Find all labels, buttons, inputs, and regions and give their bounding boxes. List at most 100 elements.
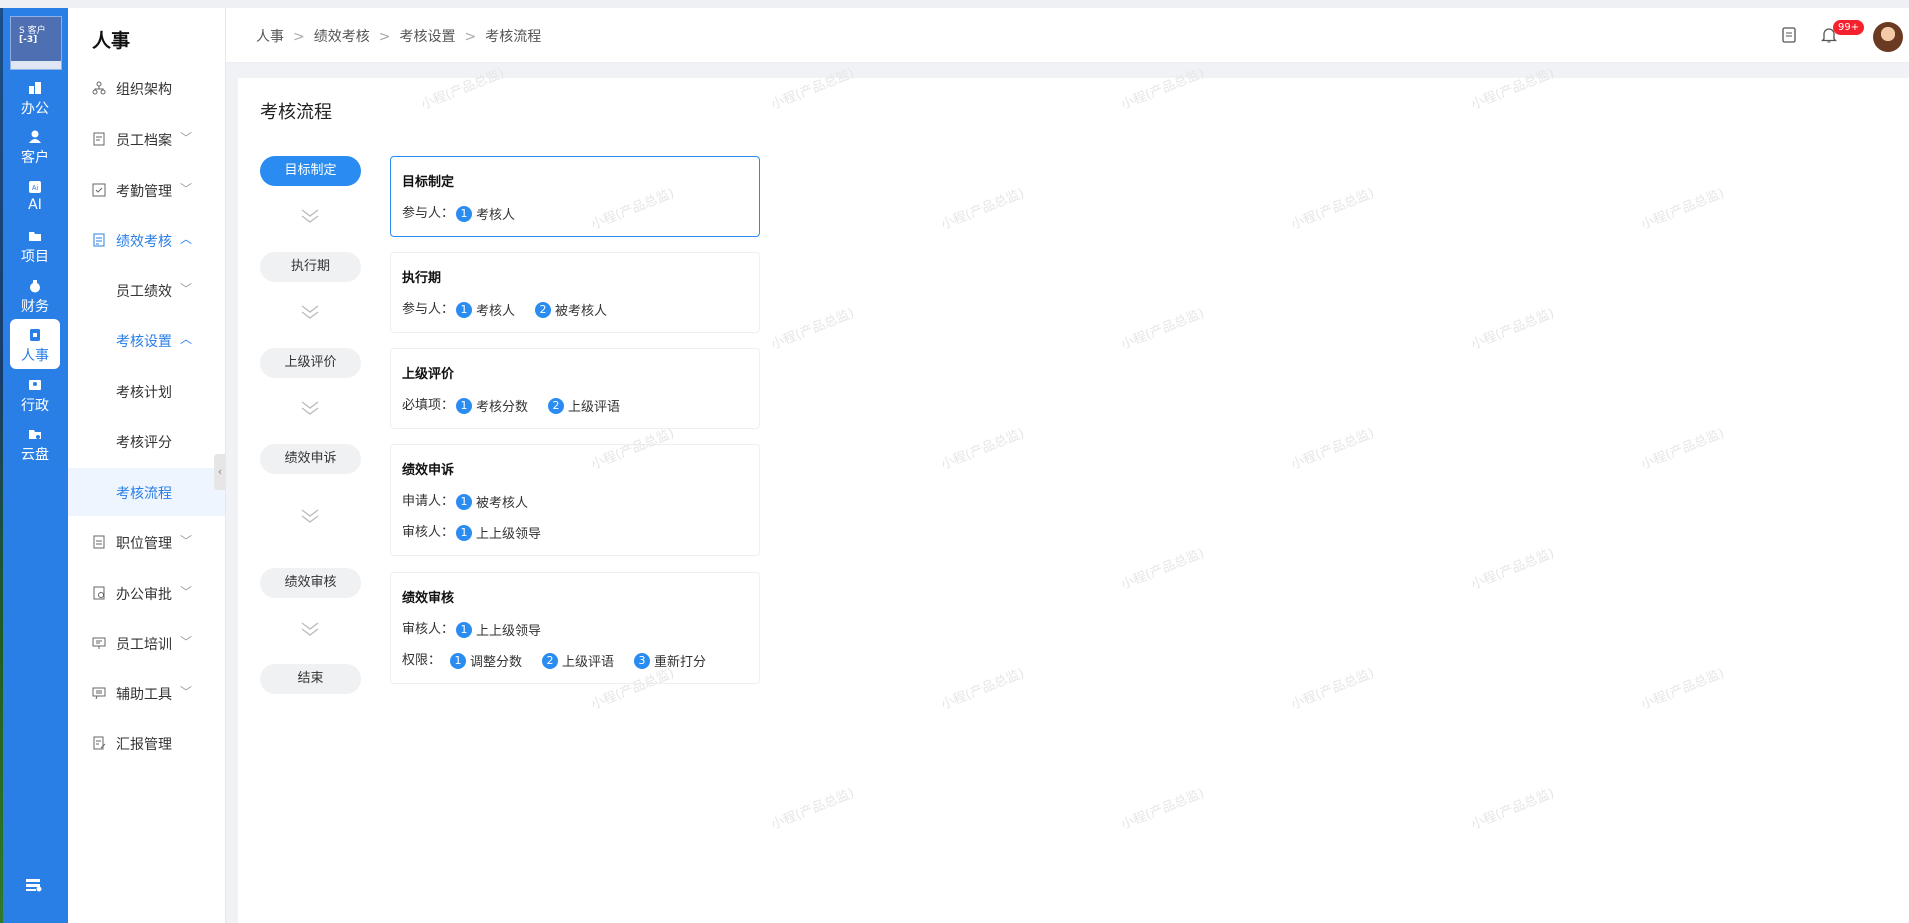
sidebar-item-assessment-plan[interactable]: 考核计划 <box>68 367 225 415</box>
sidebar-item-label: 组织架构 <box>116 82 172 98</box>
row-label: 必填项： <box>402 398 455 413</box>
step-supervisor-review[interactable]: 上级评价 <box>260 348 361 378</box>
sidebar-item-assessment-flow[interactable]: 考核流程 <box>68 468 225 516</box>
nav-item-admin[interactable]: 行政 <box>10 369 60 419</box>
settings-server-icon[interactable] <box>26 878 42 892</box>
watermark: 小程(产品总监) <box>769 785 857 833</box>
double-chevron-down-icon <box>301 509 319 523</box>
address-book-icon[interactable] <box>1780 26 1798 44</box>
card-row: 参与人： 1 考核人 <box>402 202 533 223</box>
breadcrumb-item[interactable]: 考核设置 <box>399 29 455 45</box>
sidebar-item-attendance[interactable]: 考勤管理 ﹀ <box>68 166 225 214</box>
card-title: 绩效申诉 <box>402 463 455 478</box>
stage-card-audit[interactable]: 绩效审核 审核人： 1 上上级领导 权限： 1 调整分数 2 上级评语 3 重新打分 <box>390 572 760 684</box>
nav-item-hr[interactable]: 人事 <box>10 319 60 369</box>
nav-item-cloud[interactable]: 云盘 <box>10 418 60 468</box>
sidebar-item-employee-performance[interactable]: 员工绩效 ﹀ <box>68 266 225 314</box>
row-label: 审核人： <box>402 622 455 637</box>
sidebar-item-label: 员工档案 <box>116 133 172 149</box>
row-value: 考核分数 <box>476 400 529 415</box>
number-badge: 1 <box>450 652 466 669</box>
step-goal-setting[interactable]: 目标制定 <box>260 156 361 186</box>
ai-icon: Ai <box>29 181 41 193</box>
card-title: 目标制定 <box>402 175 455 190</box>
stage-card-appeal[interactable]: 绩效申诉 申请人： 1 被考核人 审核人： 1 上上级领导 <box>390 444 760 556</box>
stage-card-goal-setting[interactable]: 目标制定 参与人： 1 考核人 <box>390 156 760 237</box>
sidebar-item-label: 办公审批 <box>116 587 172 603</box>
sidebar-title: 人事 <box>92 30 131 52</box>
card-row: 参与人： 1 考核人 2 被考核人 <box>402 298 625 319</box>
watermark: 小程(产品总监) <box>769 305 857 353</box>
breadcrumb-item[interactable]: 人事 <box>256 29 284 45</box>
checkbox-icon <box>92 183 106 197</box>
sidebar-item-label: 员工培训 <box>116 637 172 653</box>
nav-item-customer[interactable]: 客户 <box>10 121 60 171</box>
nav-label-cloud: 云盘 <box>21 447 49 463</box>
document-icon <box>93 535 105 549</box>
card-title: 执行期 <box>402 271 442 286</box>
chevron-up-icon: ︿ <box>180 332 193 346</box>
card-title: 绩效审核 <box>402 591 455 606</box>
sidebar-item-approval[interactable]: 办公审批 ﹀ <box>68 569 225 617</box>
chevron-down-icon: ﹀ <box>180 635 193 649</box>
step-appeal[interactable]: 绩效申诉 <box>260 444 361 474</box>
sidebar-item-org[interactable]: 组织架构 <box>68 64 225 112</box>
chevron-down-icon: ﹀ <box>180 182 193 196</box>
org-chart-icon <box>92 81 106 95</box>
watermark: 小程(产品总监) <box>1119 305 1207 353</box>
breadcrumb-separator-icon: > <box>378 29 391 45</box>
step-end[interactable]: 结束 <box>260 664 361 694</box>
sidebar-item-position[interactable]: 职位管理 ﹀ <box>68 518 225 566</box>
nav-label-hr: 人事 <box>21 348 49 364</box>
sidebar-item-employee-file[interactable]: 员工档案 ﹀ <box>68 115 225 163</box>
row-value: 被考核人 <box>555 304 608 319</box>
approval-icon <box>93 586 105 600</box>
watermark: 小程(产品总监) <box>939 425 1027 473</box>
watermark: 小程(产品总监) <box>1119 545 1207 593</box>
file-icon <box>93 132 105 146</box>
watermark: 小程(产品总监) <box>1119 65 1207 113</box>
sidebar-item-tools[interactable]: 辅助工具 ﹀ <box>68 669 225 717</box>
clipboard-icon <box>93 233 105 247</box>
card-row: 审核人： 1 上上级领导 <box>402 618 559 639</box>
message-icon <box>92 687 106 700</box>
sidebar-collapse-button[interactable]: ‹ <box>214 454 226 490</box>
number-badge: 1 <box>456 524 473 541</box>
desktop-background-strip <box>0 8 3 923</box>
nav-item-office[interactable]: 办公 <box>10 72 60 122</box>
page-title: 考核流程 <box>260 102 332 123</box>
card-row: 审核人： 1 上上级领导 <box>402 521 559 542</box>
sidebar-item-training[interactable]: 员工培训 ﹀ <box>68 619 225 667</box>
module-sidebar: 人事 组织架构 员工档案 ﹀ 考勤管理 ﹀ 绩效考核 ︿ 员工绩效 ﹀ 考核设置… <box>68 8 226 923</box>
top-header: 人事 > 绩效考核 > 考核设置 > 考核流程 <box>226 8 1909 63</box>
nav-item-finance[interactable]: 财务 <box>10 270 60 320</box>
step-audit[interactable]: 绩效审核 <box>260 568 361 598</box>
sidebar-item-label: 考勤管理 <box>116 184 172 200</box>
nav-label-ai: AI <box>28 197 42 213</box>
window-top-strip <box>0 0 1909 8</box>
row-value: 上级评语 <box>568 400 621 415</box>
notification-badge: 99+ <box>1833 20 1865 35</box>
stage-card-execution[interactable]: 执行期 参与人： 1 考核人 2 被考核人 <box>390 252 760 333</box>
nav-item-project[interactable]: 项目 <box>10 220 60 270</box>
nav-label-office: 办公 <box>21 101 49 117</box>
number-badge: 2 <box>535 301 552 318</box>
breadcrumb-item[interactable]: 绩效考核 <box>314 29 370 45</box>
double-chevron-down-icon <box>301 401 319 415</box>
step-execution[interactable]: 执行期 <box>260 252 361 282</box>
sidebar-item-performance[interactable]: 绩效考核 ︿ <box>68 216 225 264</box>
app-logo[interactable]: S 客户 [-3] <box>10 16 62 70</box>
sidebar-item-assessment-settings[interactable]: 考核设置 ︿ <box>68 316 225 364</box>
user-avatar[interactable] <box>1873 22 1903 52</box>
stage-card-supervisor-review[interactable]: 上级评价 必填项： 1 考核分数 2 上级评语 <box>390 348 760 429</box>
watermark: 小程(产品总监) <box>1119 785 1207 833</box>
sidebar-item-label: 考核评分 <box>116 435 172 451</box>
sidebar-item-assessment-score[interactable]: 考核评分 <box>68 417 225 465</box>
sidebar-item-report[interactable]: 汇报管理 <box>68 719 225 767</box>
number-badge: 1 <box>456 301 473 318</box>
sidebar-item-label: 职位管理 <box>116 536 172 552</box>
nav-item-ai[interactable]: Ai AI <box>10 171 60 221</box>
row-label: 参与人： <box>402 206 455 221</box>
watermark: 小程(产品总监) <box>939 185 1027 233</box>
admin-icon <box>29 380 41 390</box>
